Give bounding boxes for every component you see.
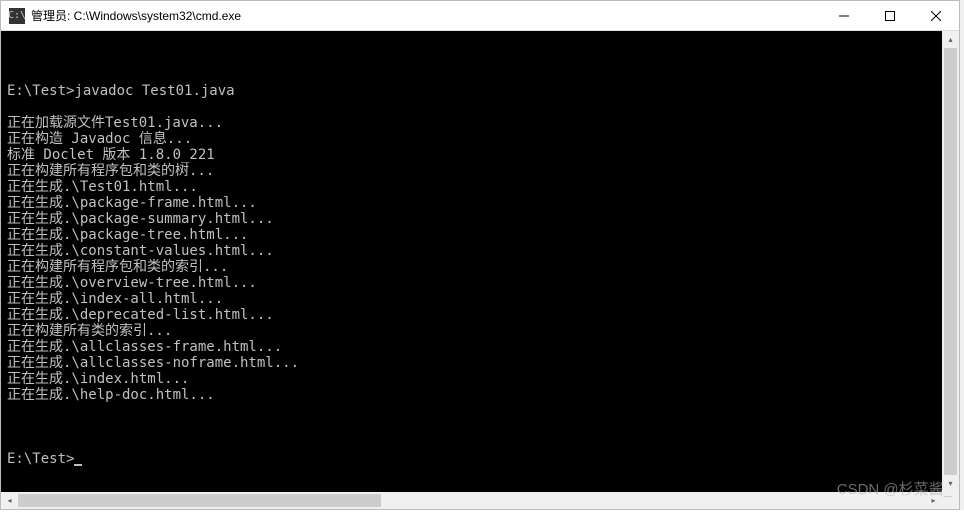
blank-line — [7, 51, 953, 67]
output-line: 正在生成.\package-tree.html... — [7, 227, 953, 243]
prompt-text: E:\Test> — [7, 451, 74, 467]
output-line: 正在生成.\constant-values.html... — [7, 243, 953, 259]
close-button[interactable] — [913, 1, 959, 30]
vertical-scrollbar[interactable]: ▴ ▾ — [942, 31, 959, 492]
output-line: 正在构建所有类的索引... — [7, 323, 953, 339]
output-line: 正在生成.\overview-tree.html... — [7, 275, 953, 291]
output-line: 正在生成.\package-frame.html... — [7, 195, 953, 211]
scroll-down-button[interactable]: ▾ — [942, 475, 959, 492]
output-line: 正在生成.\deprecated-list.html... — [7, 307, 953, 323]
title-bar[interactable]: C:\ 管理员: C:\Windows\system32\cmd.exe — [1, 1, 959, 31]
horizontal-scrollbar[interactable]: ◂ ▸ — [1, 492, 942, 509]
maximize-button[interactable] — [867, 1, 913, 30]
prompt-line: E:\Test> — [7, 451, 953, 467]
command-text: javadoc Test01.java — [74, 83, 234, 99]
blank-line — [7, 419, 953, 435]
scroll-thumb[interactable] — [944, 48, 957, 475]
output-line: 正在生成.\index-all.html... — [7, 291, 953, 307]
output-line: 正在生成.\index.html... — [7, 371, 953, 387]
output-line: 正在生成.\allclasses-frame.html... — [7, 339, 953, 355]
output-line: 正在加载源文件Test01.java... — [7, 115, 953, 131]
console-area: E:\Test>javadoc Test01.java 正在加载源文件Test0… — [1, 31, 959, 509]
output-line: 正在构建所有程序包和类的树... — [7, 163, 953, 179]
bottom-edge — [0, 510, 964, 519]
scroll-right-button[interactable]: ▸ — [925, 492, 942, 509]
prompt-text: E:\Test> — [7, 83, 74, 99]
cmd-window: C:\ 管理员: C:\Windows\system32\cmd.exe E:\… — [0, 0, 960, 510]
window-controls — [821, 1, 959, 30]
scroll-thumb[interactable] — [18, 494, 381, 507]
cmd-icon: C:\ — [9, 8, 25, 24]
output-line: 正在生成.\Test01.html... — [7, 179, 953, 195]
output-line: 正在生成.\allclasses-noframe.html... — [7, 355, 953, 371]
cursor — [74, 464, 82, 466]
scroll-track[interactable] — [942, 48, 959, 475]
scrollbar-corner — [942, 492, 959, 509]
window-title: 管理员: C:\Windows\system32\cmd.exe — [31, 7, 821, 24]
output-line: 正在生成.\package-summary.html... — [7, 211, 953, 227]
minimize-button[interactable] — [821, 1, 867, 30]
output-line: 正在生成.\help-doc.html... — [7, 387, 953, 403]
scroll-track[interactable] — [18, 492, 925, 509]
prompt-line: E:\Test>javadoc Test01.java — [7, 83, 953, 99]
output-line: 标准 Doclet 版本 1.8.0_221 — [7, 147, 953, 163]
output-line: 正在构建所有程序包和类的索引... — [7, 259, 953, 275]
scroll-up-button[interactable]: ▴ — [942, 31, 959, 48]
output-line: 正在构造 Javadoc 信息... — [7, 131, 953, 147]
console-output[interactable]: E:\Test>javadoc Test01.java 正在加载源文件Test0… — [1, 31, 959, 503]
scroll-left-button[interactable]: ◂ — [1, 492, 18, 509]
